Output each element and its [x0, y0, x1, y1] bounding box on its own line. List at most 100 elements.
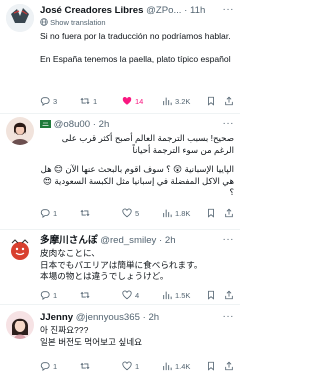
reply-count: 1	[53, 362, 58, 371]
tweet-text-line: الپاييا الإسبانية 😲 ؟ سوف اقوم بالبحث عن…	[40, 164, 234, 197]
reply-button[interactable]: 1	[40, 290, 57, 302]
retweet-button[interactable]: 1	[80, 96, 97, 108]
timestamp[interactable]: 11h	[190, 5, 205, 16]
globe-icon	[40, 18, 48, 26]
bookmark-button[interactable]	[206, 290, 216, 302]
reply-button[interactable]: 1	[40, 361, 57, 373]
bookmark-button[interactable]	[206, 208, 216, 220]
timestamp[interactable]: 2h	[99, 119, 110, 130]
bookmark-button[interactable]	[206, 96, 216, 108]
tweet-text: 皮肉なことに、 日本でもパエリアは簡単に食べられます。 本場の物とは違うでしょう…	[40, 248, 234, 283]
avatar[interactable]	[6, 4, 34, 32]
retweet-icon	[80, 97, 90, 105]
reply-icon	[40, 97, 50, 107]
avatar[interactable]	[6, 311, 34, 339]
more-icon[interactable]: ···	[219, 311, 234, 323]
reply-count: 1	[53, 291, 58, 300]
retweet-icon	[80, 362, 90, 370]
more-icon[interactable]: ···	[219, 234, 234, 246]
views-button[interactable]: 1.8K	[162, 208, 190, 220]
tweet-header: José Creadores Libres @ZPo... · 11h ···	[40, 4, 234, 18]
views-count: 3.2K	[175, 97, 191, 106]
bookmark-icon	[208, 96, 214, 106]
reply-count: 1	[53, 209, 58, 218]
tweet-text-line: 아 진짜요???	[40, 325, 89, 335]
author-handle[interactable]: @ZPo...	[146, 5, 181, 16]
retweet-button[interactable]	[80, 208, 93, 220]
separator: ·	[142, 312, 146, 323]
author-handle[interactable]: @o8u00	[54, 119, 90, 130]
author-handle[interactable]: @red_smiley	[100, 235, 156, 246]
author-name[interactable]: 多摩川さんぽ	[40, 235, 98, 246]
avatar-image	[6, 4, 34, 32]
tweet-header: @o8u00 · 2h ···	[40, 118, 234, 132]
avatar[interactable]	[6, 117, 34, 145]
like-count: 1	[135, 362, 140, 371]
like-icon	[122, 361, 132, 371]
reply-icon	[40, 362, 50, 372]
bookmark-icon	[208, 208, 214, 218]
retweet-button[interactable]	[80, 290, 93, 302]
tweet[interactable]: José Creadores Libres @ZPo... · 11h ··· …	[0, 0, 240, 113]
tweet[interactable]: @o8u00 · 2h ··· صحيح! بسبب الترجمة العال…	[0, 114, 240, 219]
reply-icon	[40, 291, 50, 301]
like-button[interactable]: 1	[122, 361, 139, 373]
tweet-header: JJenny @jennyous365 · 2h ···	[40, 311, 234, 325]
bookmark-icon	[208, 361, 214, 371]
bookmark-button[interactable]	[206, 361, 216, 373]
views-count: 1.8K	[175, 209, 191, 218]
reply-button[interactable]: 1	[40, 208, 57, 220]
share-button[interactable]	[224, 208, 234, 220]
tweet[interactable]: JJenny @jennyous365 · 2h ··· 아 진짜요??? 일본…	[0, 305, 240, 383]
views-icon	[163, 362, 172, 371]
like-button[interactable]: 4	[122, 290, 139, 302]
reply-button[interactable]: 3	[40, 96, 57, 108]
tweet-text-line: 皮肉なことに、	[40, 248, 100, 258]
tweet-text: صحيح! بسبب الترجمة العالم أصبح أكثر قرب …	[40, 133, 234, 199]
retweet-button[interactable]	[80, 361, 93, 373]
views-button[interactable]: 3.2K	[162, 96, 190, 108]
share-button[interactable]	[224, 290, 234, 302]
author-handle[interactable]: @jennyous365	[76, 312, 140, 323]
like-count: 4	[135, 291, 140, 300]
share-icon	[225, 361, 233, 371]
show-translation-link[interactable]: Show translation	[40, 18, 106, 28]
tweet-actions: 3 1 14 3.2K	[40, 96, 234, 108]
avatar-image	[6, 311, 34, 339]
views-icon	[163, 291, 172, 300]
avatar[interactable]	[6, 236, 34, 264]
separator: ·	[92, 119, 96, 130]
like-button[interactable]: 5	[122, 208, 139, 220]
share-button[interactable]	[224, 96, 234, 108]
views-button[interactable]: 1.4K	[162, 361, 190, 373]
more-icon[interactable]: ···	[219, 4, 234, 16]
share-button[interactable]	[224, 361, 234, 373]
share-icon	[225, 290, 233, 300]
retweet-icon	[80, 209, 90, 217]
tweet-text-line: Si no fuera por la traducción no podríam…	[40, 31, 231, 41]
views-icon	[163, 97, 172, 106]
author-name[interactable]: JJenny	[40, 312, 73, 323]
views-button[interactable]: 1.5K	[162, 290, 190, 302]
tweet-actions: 1 5 1.8K	[40, 208, 234, 220]
separator: ·	[159, 235, 163, 246]
tweet-text-line: 本場の物とは違うでしょうけど。	[40, 271, 169, 281]
timestamp[interactable]: 2h	[148, 312, 159, 323]
tweet-text: 아 진짜요??? 일본 버전도 먹어보고 싶네요	[40, 325, 234, 348]
reply-count: 3	[53, 97, 58, 106]
share-icon	[225, 96, 233, 106]
tweet-text-line: En España tenemos la paella, plato típic…	[40, 53, 231, 64]
more-icon[interactable]: ···	[219, 118, 234, 130]
like-count: 5	[135, 209, 140, 218]
avatar-image	[6, 236, 34, 264]
like-button[interactable]: 14	[122, 96, 143, 108]
tweet-actions: 1 4 1.5K	[40, 290, 234, 302]
tweet[interactable]: 多摩川さんぽ @red_smiley · 2h ··· 皮肉なことに、 日本でも…	[0, 230, 240, 302]
tweet-text-line: 일본 버전도 먹어보고 싶네요	[40, 336, 143, 347]
timestamp[interactable]: 2h	[165, 235, 176, 246]
like-icon	[122, 208, 132, 218]
reply-icon	[40, 209, 50, 219]
avatar-image	[6, 117, 34, 145]
tweet-actions: 1 1 1.4K	[40, 361, 234, 373]
author-name[interactable]: José Creadores Libres	[40, 5, 143, 16]
